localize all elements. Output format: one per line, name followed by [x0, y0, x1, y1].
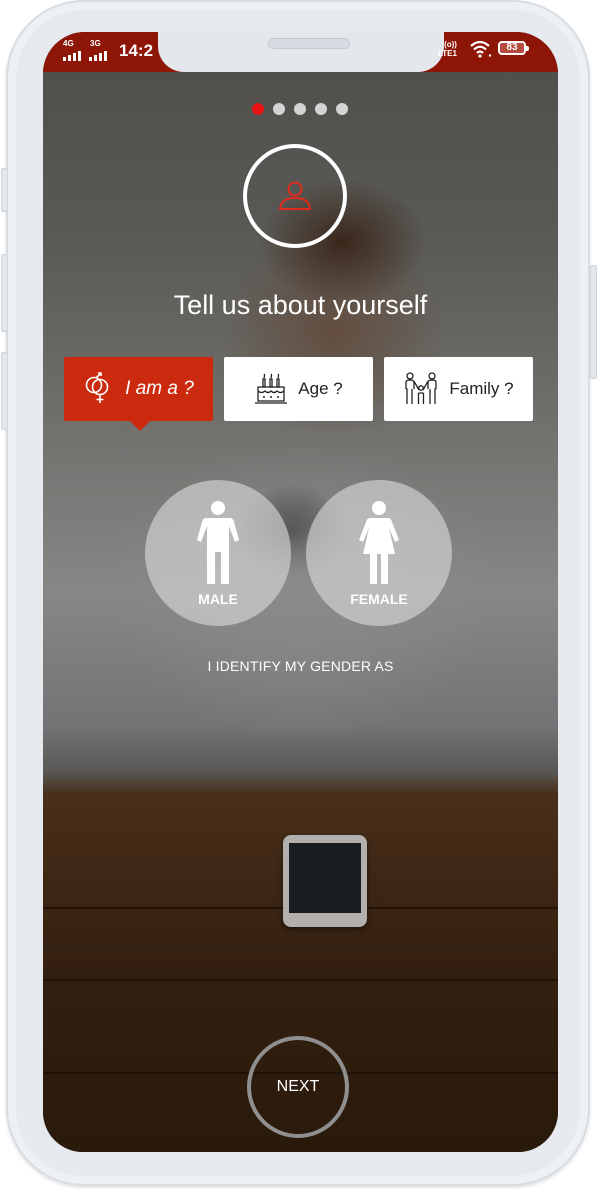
avatar-ring [243, 144, 347, 248]
signal-bars-icon [63, 51, 81, 61]
person-outline-icon [278, 181, 312, 210]
question-tabs: I am a ? Age ? Family ? [64, 357, 534, 431]
tab-age-label: Age ? [298, 379, 343, 398]
wifi-icon [470, 40, 492, 58]
tab-gender-label: I am a ? [125, 378, 194, 399]
step-dot[interactable] [336, 103, 348, 115]
gender-option-female[interactable]: FEMALE [306, 480, 452, 626]
family-icon [405, 372, 438, 404]
step-dot[interactable] [315, 103, 327, 115]
tab-family-label: Family ? [449, 379, 514, 398]
phone-notch [158, 32, 444, 72]
side-button-silent [1, 168, 8, 212]
status-time: 14:2 [119, 41, 154, 60]
network-type-2: 3G [90, 39, 101, 48]
network-type-1: 4G [63, 39, 74, 48]
gender-option-female-label: FEMALE [350, 591, 408, 607]
app-screen: 4G 3G 14:2 (o)) LTE1 83 Tell us about yo… [43, 32, 558, 1152]
status-bar: 4G 3G 14:2 (o)) LTE1 83 [43, 32, 558, 72]
side-button-volume-down [1, 352, 8, 430]
tab-gender[interactable]: I am a ? [64, 357, 213, 431]
gender-option-male[interactable]: MALE [145, 480, 291, 626]
male-figure-icon [197, 501, 239, 584]
volte-indicator: (o)) LTE1 [438, 40, 457, 58]
speaker-grille [268, 38, 350, 49]
step-dot[interactable] [294, 103, 306, 115]
tab-family[interactable]: Family ? [384, 357, 533, 421]
gender-option-male-label: MALE [198, 591, 238, 607]
gender-prompt: I IDENTIFY MY GENDER AS [207, 658, 394, 674]
step-indicator [252, 103, 348, 115]
gender-symbol-icon [85, 372, 109, 403]
side-button-power [590, 265, 597, 379]
tab-age[interactable]: Age ? [224, 357, 373, 421]
female-figure-icon [359, 501, 399, 584]
next-button[interactable]: NEXT [247, 1036, 349, 1138]
battery-icon: 83 [498, 41, 529, 55]
step-dot[interactable] [273, 103, 285, 115]
page-title: Tell us about yourself [173, 290, 428, 320]
birthday-cake-icon [255, 373, 288, 404]
side-button-volume-up [1, 254, 8, 332]
signal-bars-icon [89, 51, 107, 61]
step-dot-active[interactable] [252, 103, 264, 115]
